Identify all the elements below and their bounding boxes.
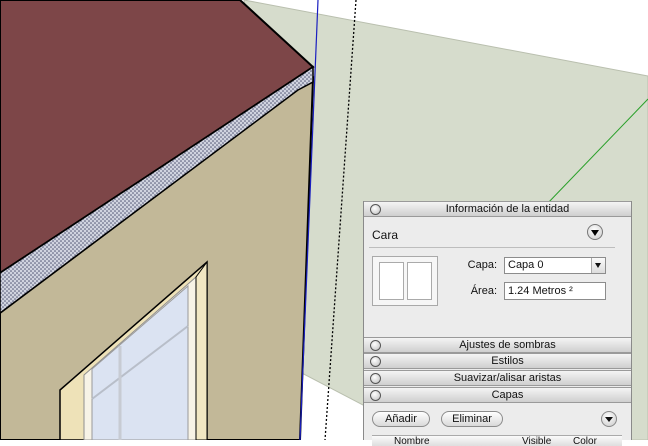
panel-toggle-icon[interactable] (370, 356, 381, 367)
face-swatch-icon[interactable] (372, 256, 438, 306)
panel-menu-icon[interactable] (601, 411, 617, 427)
layer-select[interactable]: Capa 0 (504, 257, 606, 274)
styles-title: Estilos (491, 355, 524, 367)
shadow-settings-title: Ajustes de sombras (459, 339, 556, 351)
dropdown-arrow-icon[interactable] (591, 258, 605, 273)
disclosure-icon[interactable] (587, 224, 603, 240)
column-visible[interactable]: Visible (522, 436, 567, 446)
column-name[interactable]: Nombre (394, 436, 514, 446)
layer-label: Capa: (467, 259, 497, 271)
styles-header[interactable]: Estilos (364, 353, 631, 369)
panel-toggle-icon[interactable] (370, 340, 381, 351)
entity-type-label: Cara (372, 228, 399, 242)
panel-toggle-icon[interactable] (370, 390, 381, 401)
default-tray: Información de la entidad Cara Capa: Cap… (363, 201, 632, 446)
panel-toggle-icon[interactable] (370, 373, 381, 384)
panel-toggle-icon[interactable] (370, 204, 381, 215)
entity-info-title: Información de la entidad (445, 203, 570, 215)
area-field[interactable]: 1.24 Metros ² (504, 282, 606, 300)
entity-info-header[interactable]: Información de la entidad (364, 201, 631, 217)
layers-table-header: Nombre Visible Color (372, 435, 622, 446)
add-layer-button[interactable]: Añadir (372, 411, 430, 427)
layer-select-value: Capa 0 (508, 259, 544, 271)
column-color[interactable]: Color (573, 436, 603, 446)
soften-edges-title: Suavizar/alisar aristas (453, 372, 562, 384)
layers-header[interactable]: Capas (364, 387, 631, 403)
soften-edges-header[interactable]: Suavizar/alisar aristas (364, 370, 631, 386)
divider (369, 247, 615, 248)
area-label: Área: (470, 285, 497, 297)
shadow-settings-header[interactable]: Ajustes de sombras (364, 337, 631, 353)
layers-title: Capas (491, 389, 524, 401)
remove-layer-button[interactable]: Eliminar (441, 411, 503, 427)
